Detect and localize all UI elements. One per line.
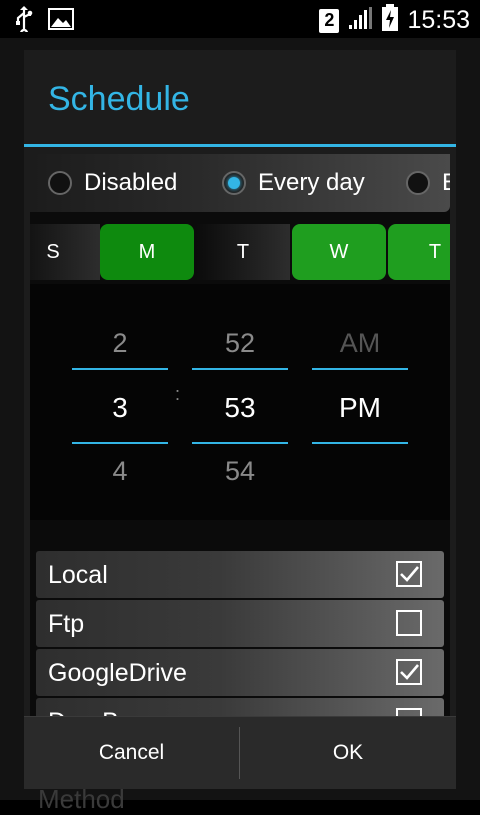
hour-next[interactable]: 4 — [72, 456, 168, 487]
day-label: T — [236, 240, 250, 263]
radio-disabled[interactable]: Disabled — [48, 165, 177, 201]
hour-rule-top — [72, 368, 168, 370]
minute-picker[interactable]: 52 53 54 — [192, 284, 288, 520]
hour-picker[interactable]: 2 3 4 — [72, 284, 168, 520]
ampm-rule-bottom — [312, 442, 408, 444]
list-item-googledrive[interactable]: GoogleDrive — [36, 649, 444, 696]
image-icon — [48, 8, 74, 35]
ampm-picker[interactable]: AM PM — [312, 284, 408, 520]
list-item-label: DropBox — [48, 708, 145, 716]
minute-rule-top — [192, 368, 288, 370]
usb-icon — [14, 6, 34, 38]
title-divider — [24, 144, 456, 147]
checkbox-checked[interactable] — [396, 708, 422, 716]
cancel-button[interactable]: Cancel — [24, 717, 239, 789]
hour-rule-bottom — [72, 442, 168, 444]
day-label: M — [138, 240, 156, 263]
radio-button[interactable] — [406, 171, 430, 195]
list-item-label: Ftp — [48, 610, 85, 638]
dialog-content[interactable]: Disabled Every day E S M T W T 2 3 — [30, 154, 450, 716]
dialog-title: Schedule — [48, 80, 190, 118]
radio-third-option[interactable]: E — [406, 165, 450, 201]
checkbox-unchecked[interactable] — [396, 610, 422, 636]
day-label: S — [46, 240, 60, 263]
weekday-selector: S M T W T — [30, 224, 450, 280]
radio-button-selected[interactable] — [222, 171, 246, 195]
radio-button[interactable] — [48, 171, 72, 195]
battery-charging-icon — [381, 4, 399, 37]
minute-prev[interactable]: 52 — [192, 328, 288, 359]
sim-badge: 2 — [319, 8, 340, 33]
day-toggle-sunday[interactable]: S — [30, 224, 100, 280]
hour-prev[interactable]: 2 — [72, 328, 168, 359]
checkbox-checked[interactable] — [396, 659, 422, 685]
dialog-button-bar: Cancel OK — [24, 716, 456, 789]
hour-current[interactable]: 3 — [72, 392, 168, 424]
day-label: W — [329, 240, 349, 263]
list-item-dropbox[interactable]: DropBox — [36, 698, 444, 716]
minute-next[interactable]: 54 — [192, 456, 288, 487]
day-toggle-thursday[interactable]: T — [388, 224, 450, 280]
time-separator: : — [175, 384, 181, 404]
radio-every-day[interactable]: Every day — [222, 165, 365, 201]
list-item-ftp[interactable]: Ftp — [36, 600, 444, 647]
list-item-label: GoogleDrive — [48, 659, 187, 687]
list-item-label: Local — [48, 561, 108, 589]
list-item-local[interactable]: Local — [36, 551, 444, 598]
minute-current[interactable]: 53 — [192, 392, 288, 424]
schedule-dialog: Schedule Disabled Every day E S M T W T — [24, 50, 456, 789]
day-label: T — [428, 240, 442, 263]
time-picker: 2 3 4 : 52 53 54 AM PM — [30, 284, 450, 520]
signal-icon — [347, 6, 373, 35]
radio-label: Every day — [258, 169, 365, 196]
checkbox-checked[interactable] — [396, 561, 422, 587]
ok-button[interactable]: OK — [240, 717, 456, 789]
clock: 15:53 — [407, 6, 470, 34]
radio-label: E — [442, 169, 450, 197]
checkmark-icon — [400, 664, 419, 680]
day-toggle-monday[interactable]: M — [100, 224, 194, 280]
ampm-rule-top — [312, 368, 408, 370]
ampm-prev[interactable]: AM — [312, 328, 408, 359]
day-toggle-tuesday[interactable]: T — [196, 224, 290, 280]
checkmark-icon — [400, 566, 419, 582]
frequency-radio-group: Disabled Every day E — [30, 154, 450, 212]
status-bar: 2 15:53 — [0, 0, 480, 38]
minute-rule-bottom — [192, 442, 288, 444]
radio-label: Disabled — [84, 169, 178, 196]
day-toggle-wednesday[interactable]: W — [292, 224, 386, 280]
target-list[interactable]: Local Ftp GoogleDrive DropBox — [30, 534, 450, 716]
ampm-current[interactable]: PM — [312, 392, 408, 424]
